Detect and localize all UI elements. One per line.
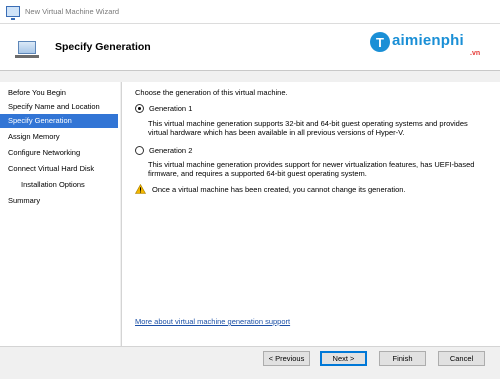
window-title: New Virtual Machine Wizard [25, 7, 120, 16]
footer-divider [0, 346, 500, 347]
sidebar-item-summary[interactable]: Summary [0, 194, 118, 208]
cancel-button[interactable]: Cancel [438, 351, 485, 366]
sidebar-item-specify-name-and-location[interactable]: Specify Name and Location [0, 100, 118, 114]
sidebar-item-specify-generation[interactable]: Specify Generation [0, 114, 118, 128]
generation-1-option[interactable]: Generation 1 [135, 104, 192, 113]
warning-icon [135, 184, 146, 194]
sidebar-item-assign-memory[interactable]: Assign Memory [0, 130, 118, 144]
title-bar: New Virtual Machine Wizard [0, 0, 500, 24]
generation-support-link[interactable]: More about virtual machine generation su… [135, 317, 290, 326]
watermark-name: aimienphi [392, 32, 464, 49]
generation-1-description: This virtual machine generation supports… [148, 119, 468, 137]
generation-warning: Once a virtual machine has been created,… [135, 184, 406, 194]
previous-button[interactable]: < Previous [263, 351, 310, 366]
generation-1-radio[interactable] [135, 104, 144, 113]
warning-text: Once a virtual machine has been created,… [152, 184, 406, 194]
sidebar-item-before-you-begin[interactable]: Before You Begin [0, 86, 118, 100]
page-title: Specify Generation [55, 41, 151, 53]
watermark-mark: T [370, 32, 390, 52]
virtual-machine-icon [6, 6, 20, 20]
monitor-icon [15, 41, 39, 58]
watermark-suffix: .vn [470, 50, 481, 57]
wizard-content: Choose the generation of this virtual ma… [122, 82, 500, 346]
finish-button[interactable]: Finish [379, 351, 426, 366]
sidebar-item-configure-networking[interactable]: Configure Networking [0, 146, 118, 160]
sidebar-item-installation-options[interactable]: Installation Options [0, 178, 118, 192]
watermark-logo: T aimienphi .vn [370, 24, 498, 60]
generation-2-description: This virtual machine generation provides… [148, 160, 475, 178]
generation-1-label[interactable]: Generation 1 [149, 104, 192, 113]
generation-2-radio[interactable] [135, 146, 144, 155]
sidebar-item-connect-virtual-hard-disk[interactable]: Connect Virtual Hard Disk [0, 162, 118, 176]
wizard-steps-sidebar: Before You Begin Specify Name and Locati… [0, 82, 120, 346]
next-button[interactable]: Next > [320, 351, 367, 366]
generation-2-label[interactable]: Generation 2 [149, 146, 192, 155]
generation-2-option[interactable]: Generation 2 [135, 146, 192, 155]
generation-prompt: Choose the generation of this virtual ma… [135, 88, 288, 97]
